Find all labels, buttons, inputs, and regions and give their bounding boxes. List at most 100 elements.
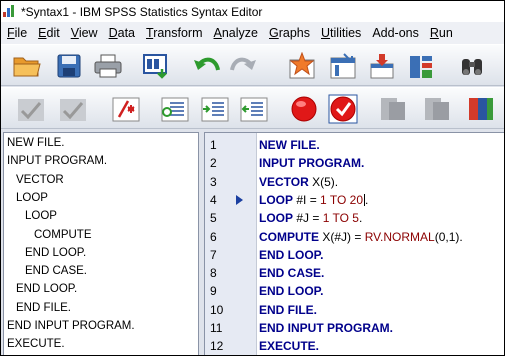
spss-app-icon (3, 5, 17, 18)
navigator-item[interactable]: LOOP (16, 191, 48, 205)
line-number: 1 (210, 138, 217, 152)
goto-variable-icon[interactable] (327, 51, 359, 81)
line-number: 10 (210, 302, 224, 317)
syntax-value: TO (329, 211, 353, 226)
line-number: 8 (210, 266, 217, 281)
syntax-text: . (365, 192, 369, 207)
check-icon[interactable] (327, 94, 359, 124)
menu-data[interactable]: Data (103, 26, 140, 40)
syntax-editor-window: *Syntax1 - IBM SPSS Statistics Syntax Ed… (0, 0, 505, 356)
line-number: 6 (210, 229, 217, 244)
code-line[interactable]: END INPUT PROGRAM. (259, 321, 393, 335)
code-line[interactable]: END LOOP. (259, 248, 323, 262)
menu-graphs[interactable]: Graphs (263, 26, 315, 40)
syntax-value: 1 (320, 192, 327, 207)
open-folder-icon[interactable] (11, 51, 43, 81)
navigator-item[interactable]: END CASE. (25, 264, 87, 278)
code-line[interactable]: END FILE. (259, 303, 317, 317)
syntax-keyword: END INPUT PROGRAM. (259, 321, 394, 335)
navigator-item[interactable]: LOOP (25, 209, 57, 223)
code-line[interactable]: VECTOR X(5). (259, 175, 338, 189)
toolbar-syntax (1, 87, 504, 129)
variables-icon[interactable] (405, 51, 437, 81)
menu-analyze[interactable]: Analyze (208, 26, 263, 40)
navigator-item[interactable]: COMPUTE (34, 228, 92, 242)
insert-variable-icon[interactable] (366, 51, 398, 81)
line-number: 4 (210, 192, 217, 207)
window-title: *Syntax1 - IBM SPSS Statistics Syntax Ed… (21, 4, 263, 19)
dialog-recall-icon[interactable] (142, 51, 174, 81)
syntax-keyword: NEW FILE. (259, 138, 320, 152)
goto-case-icon[interactable] (286, 51, 318, 81)
navigator-item[interactable]: END FILE. (16, 301, 71, 315)
navigator-item[interactable]: VECTOR (16, 173, 64, 187)
redo-icon[interactable] (227, 51, 259, 81)
syntax-value: 20 (349, 192, 363, 207)
syntax-value: RV.NORMAL (364, 229, 435, 244)
syntax-navigator-pane[interactable]: NEW FILE. INPUT PROGRAM. VECTOR LOOP LOOP COM… (3, 132, 199, 355)
code-line[interactable]: EXECUTE. (259, 339, 319, 353)
syntax-keyword: VECTOR (259, 174, 309, 189)
menu-transform[interactable]: Transform (140, 26, 208, 40)
code-line[interactable]: COMPUTE X(#J) = RV.NORMAL(0,1). (259, 230, 463, 244)
menu-file[interactable]: File (1, 26, 32, 40)
menu-utilities[interactable]: Utilities (315, 26, 366, 40)
code-line[interactable]: LOOP #I = 1 TO 20. (259, 193, 368, 207)
title-bar: *Syntax1 - IBM SPSS Statistics Syntax Ed… (1, 1, 504, 22)
line-number: 9 (210, 284, 217, 299)
syntax-text: (0,1). (434, 229, 463, 244)
outdent-icon[interactable] (238, 94, 270, 124)
menu-view[interactable]: View (65, 26, 103, 40)
navigator-item[interactable]: END INPUT PROGRAM. (7, 319, 135, 333)
run-all-disabled-icon (57, 94, 89, 124)
undo-icon[interactable] (191, 51, 223, 81)
syntax-value: 5 (352, 211, 359, 226)
syntax-keyword: INPUT PROGRAM. (259, 156, 365, 171)
syntax-text: X(#J) = (319, 229, 365, 244)
navigator-item[interactable]: INPUT PROGRAM. (7, 154, 107, 168)
print-icon[interactable] (92, 51, 124, 81)
comment-toggle-icon[interactable] (110, 94, 142, 124)
bookmark-disabled-icon (377, 94, 409, 124)
current-line-arrow-icon (236, 194, 243, 205)
find-icon[interactable] (456, 51, 488, 81)
syntax-text: X(5). (308, 174, 339, 189)
code-line[interactable]: END LOOP. (259, 284, 323, 298)
syntax-keyword: LOOP (259, 192, 294, 207)
syntax-keyword: END LOOP. (259, 247, 324, 262)
help-book-icon[interactable] (465, 94, 497, 124)
menu-run[interactable]: Run (424, 26, 458, 40)
code-line[interactable]: NEW FILE. (259, 138, 320, 152)
breakpoint-icon[interactable] (288, 94, 320, 124)
menu-edit[interactable]: Edit (32, 26, 65, 40)
syntax-keyword: END CASE. (259, 266, 325, 281)
syntax-keyword: END FILE. (259, 302, 318, 317)
navigator-item[interactable]: NEW FILE. (7, 136, 65, 150)
line-number: 11 (210, 321, 223, 335)
code-line[interactable]: END CASE. (259, 266, 324, 280)
line-number: 3 (210, 174, 217, 189)
syntax-text: #I = (293, 192, 321, 207)
indent-icon[interactable] (159, 94, 191, 124)
code-line[interactable]: INPUT PROGRAM. (259, 156, 364, 170)
code-line[interactable]: LOOP #J = 1 TO 5. (259, 211, 362, 225)
line-number: 5 (210, 211, 217, 226)
save-icon[interactable] (53, 51, 85, 81)
line-number: 12 (210, 339, 224, 354)
line-number-gutter[interactable]: 1 2 3 4 5 6 7 8 9 10 11 12 (205, 133, 257, 355)
toolbar-primary (1, 44, 504, 86)
syntax-keyword: EXECUTE. (259, 339, 320, 354)
bookmark-next-disabled-icon (421, 94, 453, 124)
syntax-value: TO (326, 192, 350, 207)
menu-bar: File Edit View Data Transform Analyze Graphs Ut… (1, 22, 504, 44)
line-number: 7 (210, 247, 217, 262)
line-number: 2 (210, 156, 217, 171)
navigator-item[interactable]: EXECUTE. (7, 337, 65, 351)
syntax-text: #J = (293, 211, 323, 226)
syntax-editor-pane[interactable]: 1 2 3 4 5 6 7 8 9 10 11 12 NEW FILE. INPUT PROGRAM. V… (204, 132, 504, 355)
format-syntax-icon[interactable] (199, 94, 231, 124)
syntax-keyword: END LOOP. (259, 284, 324, 299)
menu-add-ons[interactable]: Add-ons (366, 26, 424, 40)
navigator-item[interactable]: END LOOP. (25, 246, 86, 260)
navigator-item[interactable]: END LOOP. (16, 282, 77, 296)
